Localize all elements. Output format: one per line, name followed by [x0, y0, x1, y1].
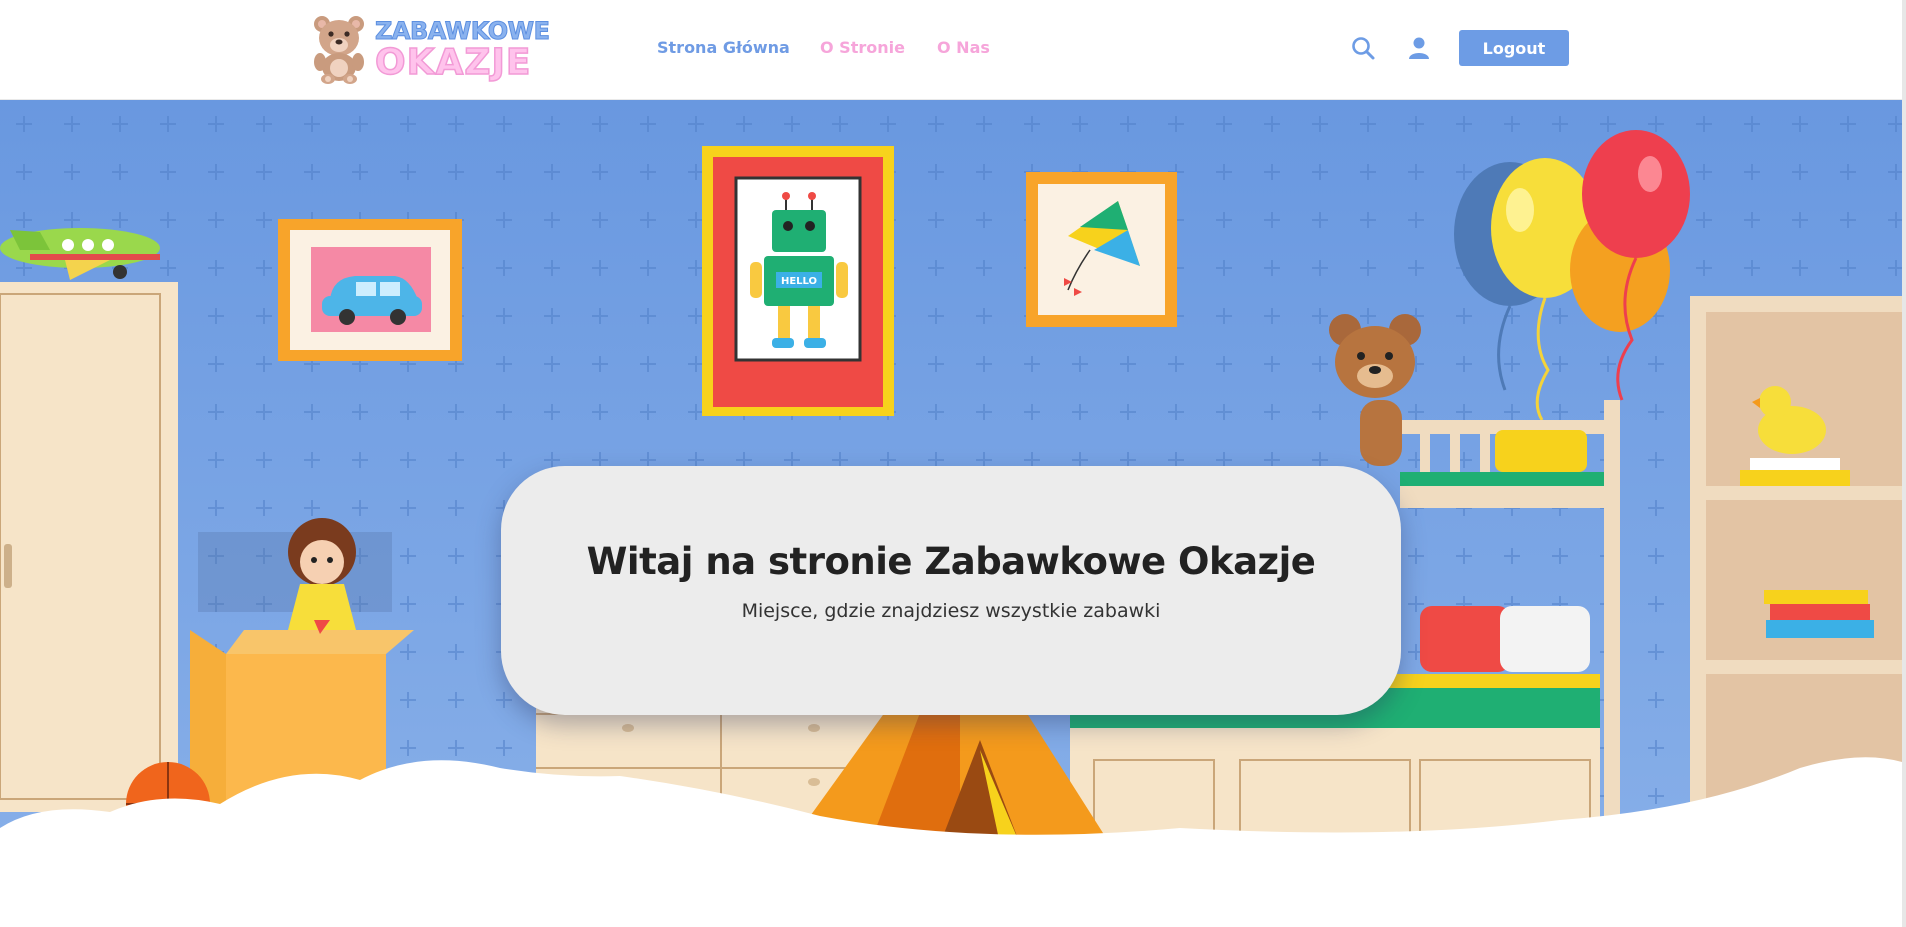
page-bottom [0, 844, 1902, 927]
search-icon [1352, 37, 1375, 60]
kite-picture [1026, 172, 1177, 327]
window-scrollbar[interactable] [1902, 0, 1906, 927]
nav-link-about-us[interactable]: O Nas [937, 38, 990, 57]
welcome-subtitle: Miejsce, gdzie znajdziesz wszystkie zaba… [741, 600, 1161, 622]
robot-picture: HELLO [702, 146, 894, 416]
logo-wordmark: ZABAWKOWE OKAZJE [374, 17, 551, 84]
user-icon [1409, 37, 1429, 59]
nav-link-about-site[interactable]: O Stronie [820, 38, 905, 57]
logout-button[interactable]: Logout [1459, 30, 1569, 66]
hero-banner: HELLO Witaj na stronie Zabawkowe Okazje … [0, 100, 1902, 844]
site-logo[interactable]: ZABAWKOWE OKAZJE [308, 12, 551, 84]
site-header: ZABAWKOWE OKAZJE Strona Główna O Stronie… [0, 0, 1902, 100]
search-button[interactable] [1349, 34, 1377, 62]
logo-line-1: ZABAWKOWE [375, 17, 551, 45]
robot-badge-text: HELLO [781, 276, 817, 287]
car-picture [278, 219, 462, 361]
welcome-card: Witaj na stronie Zabawkowe Okazje Miejsc… [501, 466, 1401, 715]
page: ZABAWKOWE OKAZJE Strona Główna O Stronie… [0, 0, 1906, 927]
nav-link-home[interactable]: Strona Główna [657, 38, 790, 57]
account-button[interactable] [1405, 34, 1433, 62]
welcome-title: Witaj na stronie Zabawkowe Okazje [586, 540, 1316, 583]
logo-line-2: OKAZJE [374, 42, 532, 83]
teddy-bear-logo-icon [314, 16, 364, 84]
